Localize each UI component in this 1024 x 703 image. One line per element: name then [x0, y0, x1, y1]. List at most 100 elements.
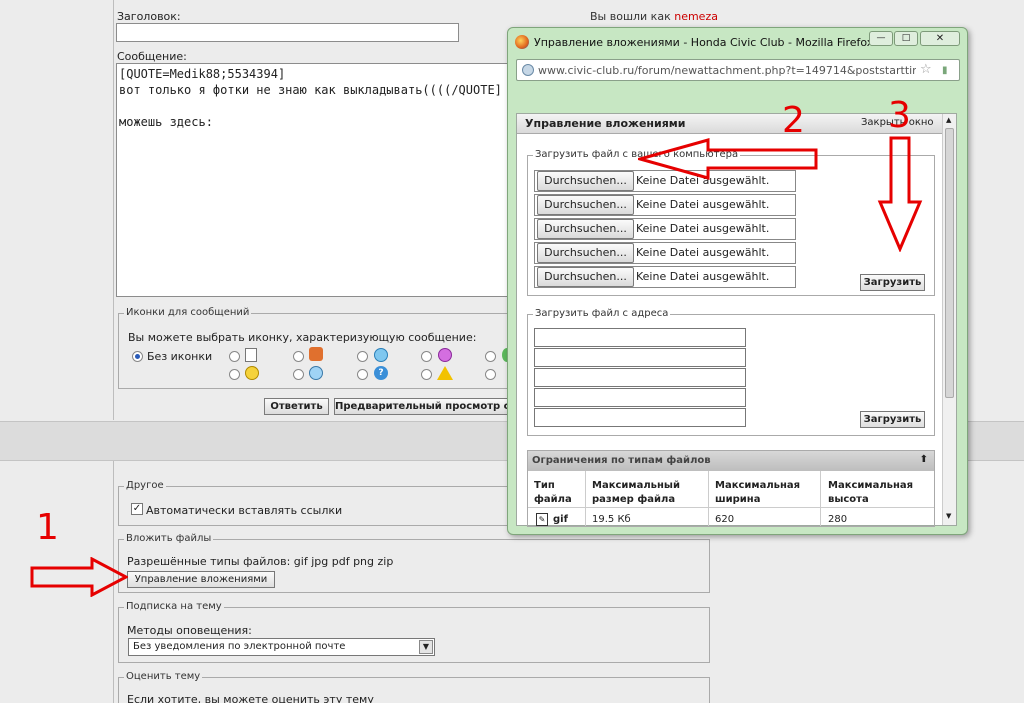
no-file-text: Keine Datei ausgewählt. — [636, 198, 770, 211]
note-icon — [245, 348, 257, 362]
url-text: www.civic-club.ru/forum/newattachment.ph… — [538, 64, 916, 77]
message-line — [119, 98, 513, 114]
message-line: вот только я фотки не знаю как выкладыва… — [119, 83, 502, 97]
collapse-icon[interactable]: ⬆ — [920, 454, 928, 465]
url-input[interactable] — [534, 388, 746, 407]
browse-button[interactable]: Durchsuchen... — [537, 219, 634, 239]
sunglasses-icon — [309, 366, 323, 380]
left-margin-line — [113, 0, 114, 420]
cool-smiley-icon — [374, 348, 388, 362]
laugh-smiley-icon — [438, 348, 452, 362]
notify-select[interactable]: Без уведомления по электронной почте ▼ — [128, 638, 435, 656]
auto-links-label: Автоматически вставлять ссылки — [146, 504, 343, 517]
auto-links-checkbox[interactable]: ✓ — [131, 503, 143, 515]
browse-button[interactable]: Durchsuchen... — [537, 195, 634, 215]
limits-table: Ограничения по типам файлов ⬆ Тип файла … — [527, 450, 935, 527]
icons-description: Вы можете выбрать иконку, характеризующу… — [128, 331, 477, 344]
scroll-up-icon[interactable]: ▲ — [946, 116, 951, 124]
header-width: Максимальная ширина — [715, 480, 801, 505]
subscribe-legend: Подписка на тему — [124, 601, 224, 613]
file-row-4: Durchsuchen... Keine Datei ausgewählt. — [534, 242, 796, 264]
firefox-logo-icon — [515, 35, 529, 49]
icon-radio[interactable] — [293, 369, 304, 380]
url-bar[interactable]: www.civic-club.ru/forum/newattachment.ph… — [516, 59, 960, 81]
chevron-down-icon[interactable]: ▼ — [419, 640, 433, 654]
browse-button[interactable]: Durchsuchen... — [537, 243, 634, 263]
browse-button[interactable]: Durchsuchen... — [537, 267, 634, 287]
icon-radio[interactable] — [229, 351, 240, 362]
maximize-button[interactable]: □ — [894, 31, 918, 46]
window-title: Управление вложениями - Honda Civic Club… — [534, 36, 874, 49]
url-input[interactable] — [534, 368, 746, 387]
icons-legend: Иконки для сообщений — [124, 307, 252, 319]
file-row-5: Durchsuchen... Keine Datei ausgewählt. — [534, 266, 796, 288]
icon-radio[interactable] — [293, 351, 304, 362]
annotation-number-2: 2 — [782, 100, 805, 141]
col-divider — [708, 471, 709, 526]
preview-button[interactable]: Предварительный просмотр со — [334, 398, 512, 415]
header-type: Тип файла — [534, 480, 572, 505]
message-line: можешь здесь: — [119, 115, 213, 129]
annotation-arrow-2 — [638, 138, 818, 180]
row-size: 19.5 Кб — [592, 514, 631, 525]
no-icon-radio[interactable] — [132, 351, 143, 362]
upload-url-button[interactable]: Загрузить — [860, 411, 925, 428]
annotation-number-1: 1 — [36, 507, 59, 548]
message-line: [QUOTE=Medik88;5534394] — [119, 67, 286, 81]
logged-in-text: Вы вошли как nemeza — [590, 10, 718, 23]
username-link[interactable]: nemeza — [674, 10, 718, 23]
notify-select-value: Без уведомления по электронной почте — [133, 641, 346, 652]
url-input[interactable] — [534, 328, 746, 347]
url-inputs — [534, 328, 746, 428]
popup-header: Управление вложениями Закрыть окно — [517, 114, 942, 134]
rate-fieldset: Оценить тему Если хотите, вы можете оцен… — [118, 671, 710, 703]
icon-radio[interactable] — [357, 369, 368, 380]
attach-fieldset: Вложить файлы Разрешённые типы файлов: g… — [118, 533, 710, 593]
popup-scrollbar[interactable]: ▲ ▼ — [942, 114, 956, 525]
icon-radio[interactable] — [421, 369, 432, 380]
icon-radio[interactable] — [485, 351, 496, 362]
rate-text: Если хотите, вы можете оценить эту тему — [127, 693, 374, 703]
annotation-arrow-3 — [877, 136, 923, 252]
annotation-arrow-1 — [30, 557, 128, 597]
header-size: Максимальный размер файла — [592, 480, 680, 505]
message-textarea[interactable]: [QUOTE=Medik88;5534394] вот только я фот… — [116, 63, 516, 297]
question-icon: ? — [374, 366, 388, 380]
other-legend: Другое — [124, 480, 166, 492]
scroll-down-icon[interactable]: ▼ — [946, 512, 951, 520]
icon-radio[interactable] — [485, 369, 496, 380]
allowed-types-text: Разрешённые типы файлов: gif jpg pdf png… — [127, 555, 394, 568]
no-file-text: Keine Datei ausgewählt. — [636, 222, 770, 235]
close-button[interactable]: ✕ — [920, 31, 960, 46]
reply-button[interactable]: Ответить — [264, 398, 329, 415]
limits-title: Ограничения по типам файлов — [532, 455, 711, 466]
thumbs-down-icon — [309, 347, 323, 361]
message-label: Сообщение: — [117, 50, 187, 63]
file-row-3: Durchsuchen... Keine Datei ausgewählt. — [534, 218, 796, 240]
no-file-text: Keine Datei ausgewählt. — [636, 246, 770, 259]
bookmark-star-icon[interactable]: ☆ — [920, 62, 932, 77]
browse-button[interactable]: Durchsuchen... — [537, 171, 634, 191]
url-input[interactable] — [534, 348, 746, 367]
minimize-button[interactable]: — — [869, 31, 893, 46]
row-width: 620 — [715, 514, 735, 525]
scroll-thumb[interactable] — [945, 128, 954, 398]
col-divider — [820, 471, 821, 526]
attach-legend: Вложить файлы — [124, 533, 214, 545]
popup-heading: Управление вложениями — [525, 117, 686, 130]
notify-label: Методы оповещения: — [127, 624, 252, 637]
subject-input[interactable] — [116, 23, 459, 42]
logged-in-prefix: Вы вошли как — [590, 10, 671, 23]
smile-icon — [245, 366, 259, 380]
signal-icon: ▮ — [942, 65, 948, 76]
upload-url-legend: Загрузить файл с адреса — [533, 308, 671, 320]
icons-fieldset: Иконки для сообщений Вы можете выбрать и… — [118, 307, 518, 389]
subscribe-fieldset: Подписка на тему Методы оповещения: Без … — [118, 601, 710, 663]
icon-radio[interactable] — [421, 351, 432, 362]
url-input[interactable] — [534, 408, 746, 427]
icon-radio[interactable] — [357, 351, 368, 362]
annotation-number-3: 3 — [888, 95, 911, 136]
icon-radio[interactable] — [229, 369, 240, 380]
upload-button[interactable]: Загрузить — [860, 274, 925, 291]
manage-attachments-button[interactable]: Управление вложениями — [127, 571, 275, 588]
